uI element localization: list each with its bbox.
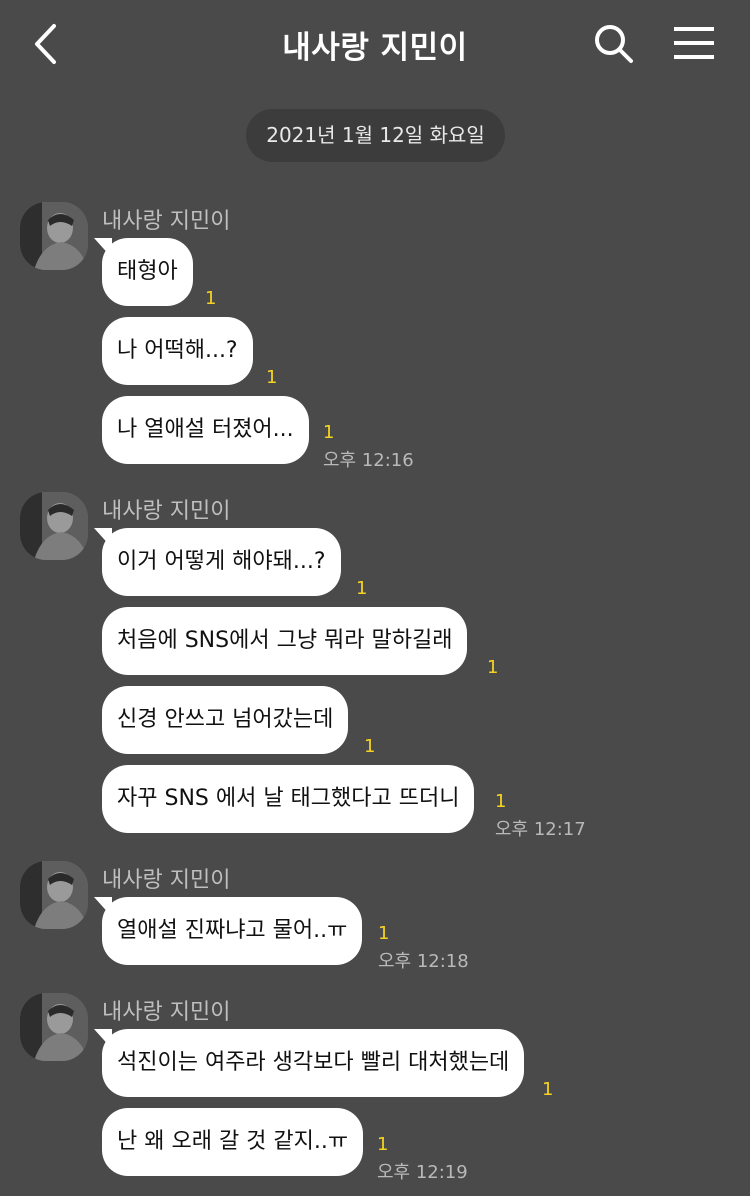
chat-header: 내사랑 지민이 — [0, 0, 750, 90]
message-bubble[interactable]: 열애설 진짜냐고 물어..ㅠ — [93, 897, 363, 965]
message-time: 오후 12:16 — [323, 450, 414, 471]
unread-count: 1 — [378, 923, 390, 944]
search-icon — [595, 25, 633, 63]
unread-count: 1 — [356, 578, 368, 599]
message-bubble[interactable]: 석진이는 여주라 생각보다 빨리 대처했는데 — [93, 1029, 525, 1097]
sender-name: 내사랑 지민이 — [102, 499, 231, 524]
profile-photo-icon — [20, 202, 88, 270]
unread-count: 1 — [495, 791, 507, 812]
message-bubble[interactable]: 신경 안쓰고 넘어갔는데 — [102, 686, 349, 754]
unread-count: 1 — [364, 736, 376, 757]
message-bubble[interactable]: 태형아 — [94, 238, 193, 306]
avatar[interactable] — [20, 492, 88, 560]
message-bubble[interactable]: 나 어떡해...? — [102, 317, 253, 385]
message-time: 오후 12:18 — [378, 951, 469, 972]
unread-count: 1 — [266, 367, 278, 388]
unread-count: 1 — [542, 1079, 554, 1100]
search-button[interactable] — [590, 20, 638, 68]
hamburger-menu-icon — [674, 27, 714, 59]
unread-count: 1 — [323, 422, 335, 443]
sender-name: 내사랑 지민이 — [102, 1000, 231, 1025]
message-bubble[interactable]: 나 열애설 터졌어... — [102, 396, 309, 464]
menu-button[interactable] — [670, 22, 718, 64]
sender-name: 내사랑 지민이 — [102, 868, 231, 893]
message-bubble[interactable]: 자꾸 SNS 에서 날 태그했다고 뜨더니 — [102, 765, 475, 833]
avatar[interactable] — [20, 993, 88, 1061]
chat-screen: 내사랑 지민이 2021년 1월 12일 화요일 내사랑 지민이 태형아 1 나… — [0, 0, 750, 1196]
unread-count: 1 — [487, 657, 499, 678]
message-time: 오후 12:19 — [377, 1162, 468, 1183]
sender-name: 내사랑 지민이 — [102, 209, 231, 234]
message-bubble[interactable]: 처음에 SNS에서 그냥 뭐라 말하길래 — [102, 607, 468, 675]
message-bubble[interactable]: 난 왜 오래 갈 것 같지..ㅠ — [102, 1108, 364, 1176]
unread-count: 1 — [377, 1134, 389, 1155]
message-bubble[interactable]: 이거 어떻게 해야돼...? — [94, 528, 341, 596]
avatar[interactable] — [20, 861, 88, 929]
avatar[interactable] — [20, 202, 88, 270]
profile-photo-icon — [20, 861, 88, 929]
unread-count: 1 — [205, 288, 217, 309]
profile-photo-icon — [20, 993, 88, 1061]
date-divider: 2021년 1월 12일 화요일 — [246, 109, 505, 162]
profile-photo-icon — [20, 492, 88, 560]
message-time: 오후 12:17 — [495, 819, 586, 840]
